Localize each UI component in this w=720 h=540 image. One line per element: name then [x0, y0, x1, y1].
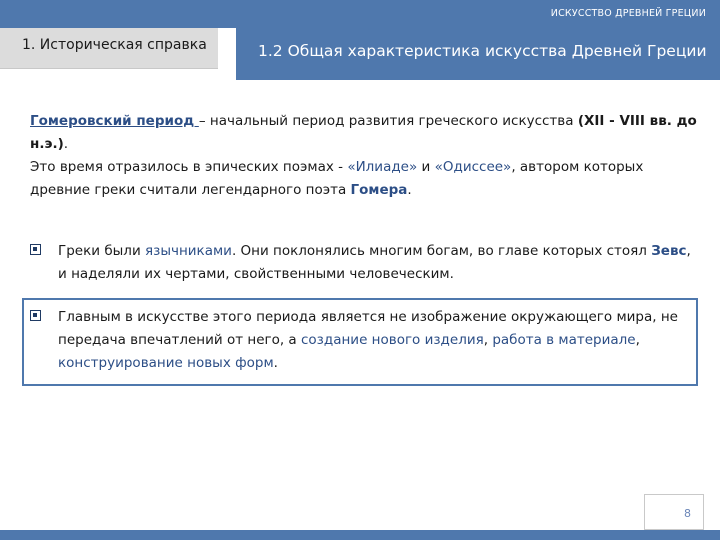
creation-highlight: создание нового изделия	[301, 332, 484, 348]
construct-highlight: конструирование новых форм	[58, 355, 274, 371]
homer-highlight: Гомера	[350, 182, 408, 198]
term-homeric-period: Гомеровский период	[30, 113, 199, 129]
intro-end: .	[407, 182, 412, 198]
slide-title: 1.2 Общая характеристика искусства Древн…	[258, 42, 707, 60]
bullet-text-part: Греки были	[58, 243, 146, 259]
bullet-text-part: . Они поклонялись многим богам, во главе…	[231, 243, 652, 259]
deck-title: ИСКУССТВО ДРЕВНЕЙ ГРЕЦИИ	[550, 8, 706, 19]
slide-header: 1.2 Общая характеристика искусства Древн…	[236, 28, 720, 80]
iliad-highlight: «Илиаде»	[347, 159, 418, 175]
bullet-comma: ,	[635, 332, 640, 348]
top-bar: ИСКУССТВО ДРЕВНЕЙ ГРЕЦИИ	[0, 0, 720, 28]
intro-paragraph: Гомеровский период – начальный период ра…	[30, 110, 698, 202]
checkbox-square-bullet-icon	[30, 310, 41, 321]
section-tab[interactable]: 1. Историческая справка	[0, 28, 218, 69]
section-tab-label: 1. Историческая справка	[22, 37, 207, 53]
work-highlight: работа в материале	[492, 332, 636, 348]
bullet-end: .	[273, 355, 278, 371]
pagans-highlight: язычниками	[145, 243, 232, 259]
bullet-art-focus-text: Главным в искусстве этого периода являет…	[58, 306, 694, 375]
checkbox-square-bullet-icon	[30, 244, 41, 255]
bullet-art-focus: Главным в искусстве этого периода являет…	[30, 306, 694, 375]
bullet-religion-text: Греки были язычниками. Они поклонялись м…	[58, 240, 694, 286]
page-number: 8	[684, 507, 691, 520]
intro-definition: – начальный период развития греческого и…	[198, 113, 578, 129]
zeus-highlight: Зевс	[651, 243, 687, 259]
bullet-religion: Греки были язычниками. Они поклонялись м…	[30, 240, 694, 286]
bottom-bar	[0, 530, 720, 540]
intro-line2-pre: Это время отразилось в эпических поэмах …	[30, 159, 348, 175]
odyssey-highlight: «Одиссее»	[434, 159, 512, 175]
intro-and: и	[417, 159, 435, 175]
intro-dot: .	[63, 136, 69, 152]
page-number-box: 8	[644, 494, 704, 530]
